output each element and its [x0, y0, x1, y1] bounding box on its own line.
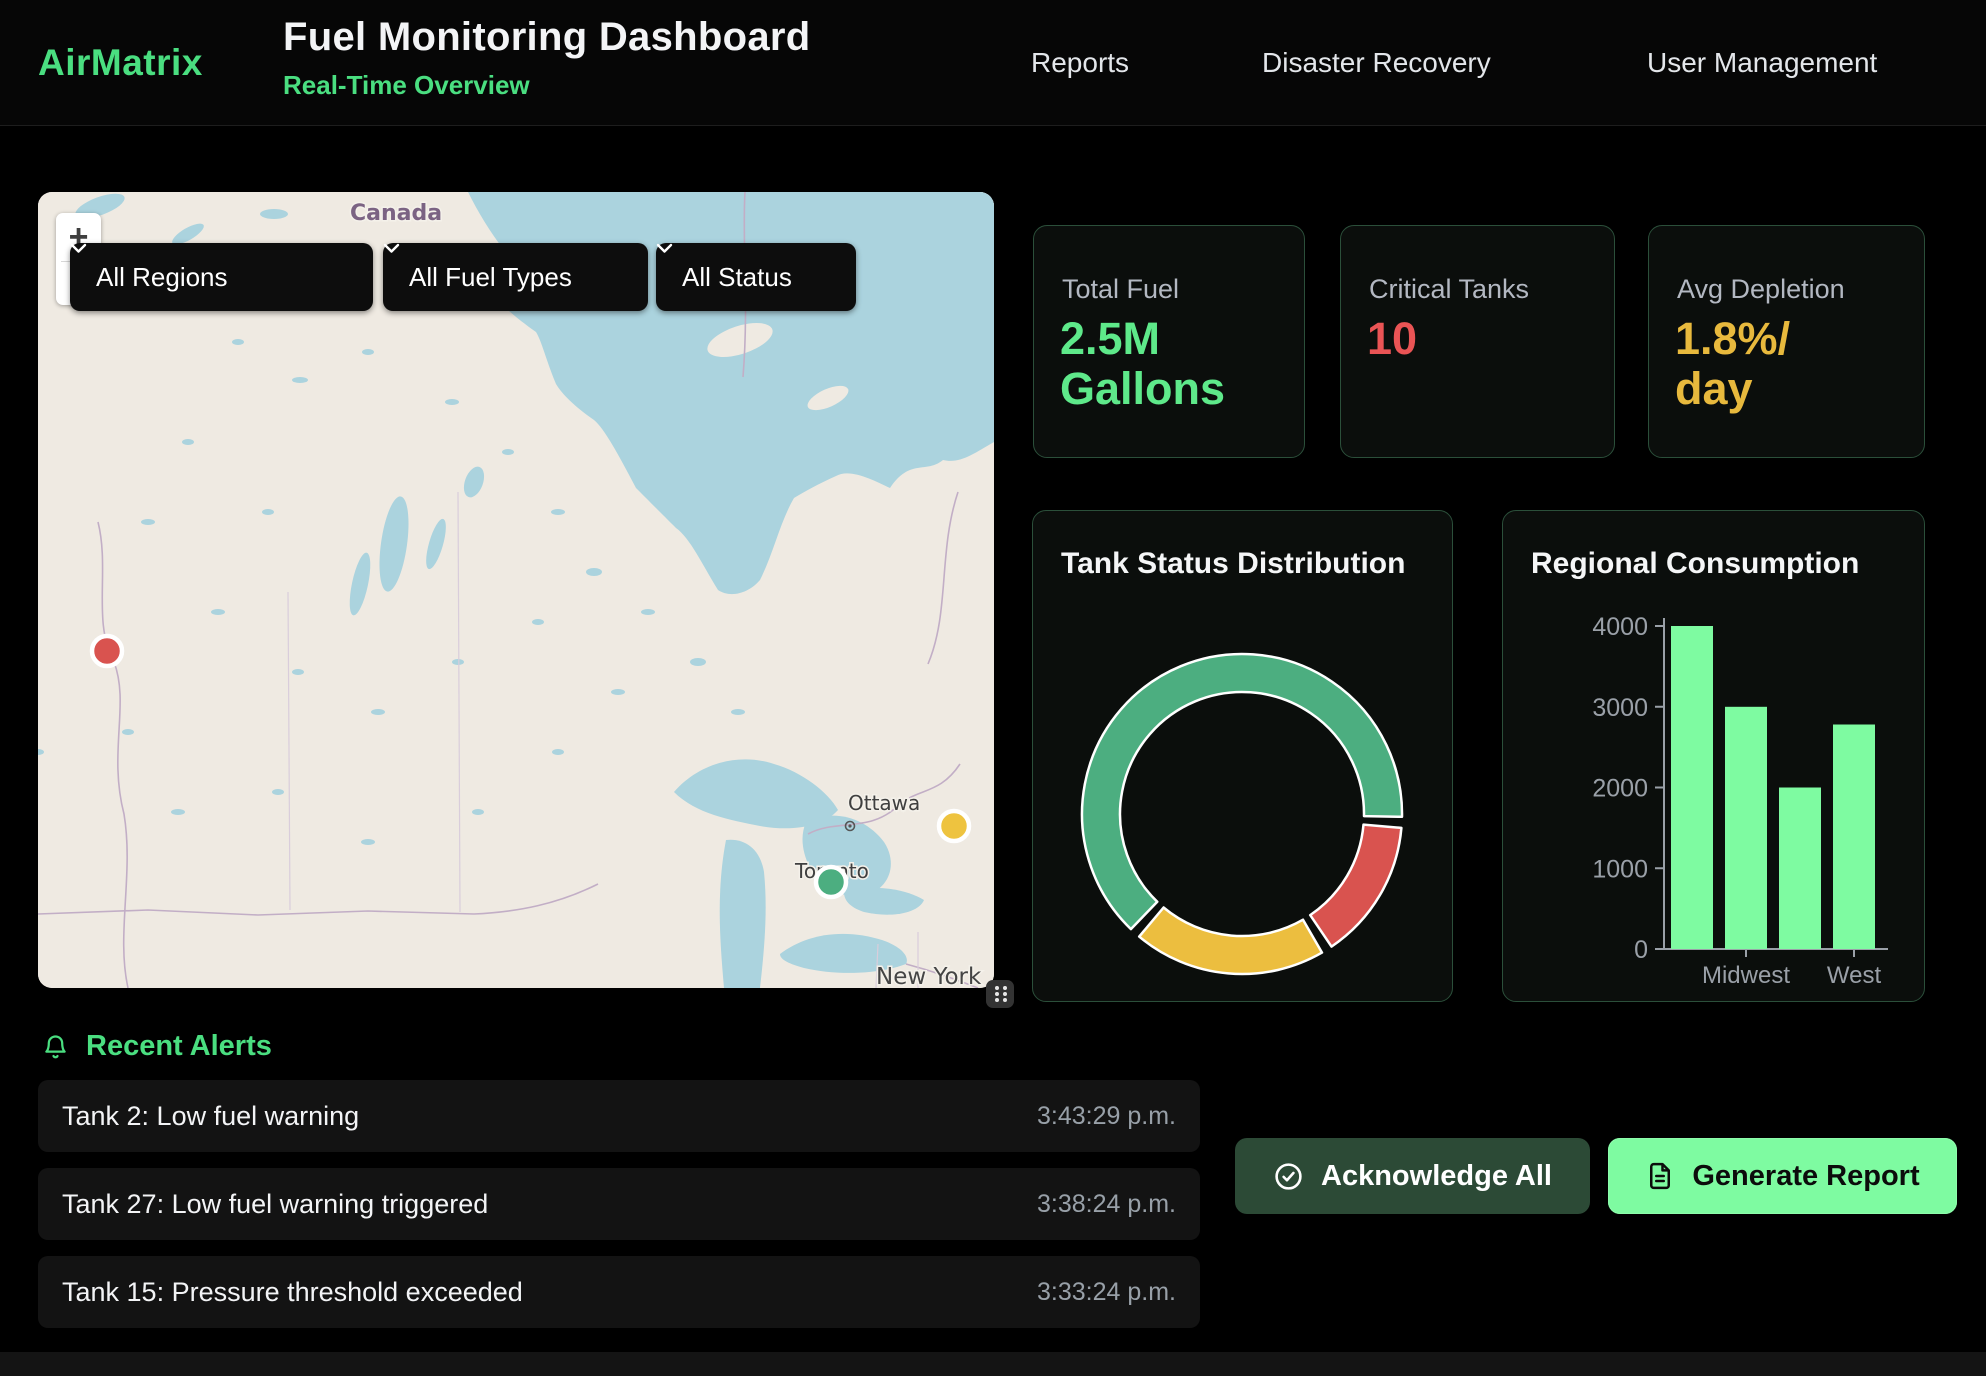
regional-consumption-card: Regional Consumption 01000200030004000Mi… [1502, 510, 1925, 1002]
alert-time: 3:33:24 p.m. [1037, 1278, 1176, 1307]
generate-report-label: Generate Report [1692, 1160, 1919, 1193]
bar-chart-tick-label: 4000 [1592, 613, 1648, 641]
alert-row[interactable]: Tank 15: Pressure threshold exceeded 3:3… [38, 1256, 1200, 1328]
nav-disaster-recovery[interactable]: Disaster Recovery [1262, 0, 1491, 125]
acknowledge-all-label: Acknowledge All [1321, 1160, 1552, 1193]
bar-chart-tick-label: West [1827, 962, 1882, 989]
generate-report-button[interactable]: Generate Report [1608, 1138, 1957, 1214]
app-logo: AirMatrix [38, 0, 203, 125]
page-title-block: Fuel Monitoring Dashboard Real-Time Over… [283, 15, 810, 101]
header: AirMatrix Fuel Monitoring Dashboard Real… [0, 0, 1986, 126]
stat-card-total-fuel: Total Fuel 2.5M Gallons [1033, 225, 1305, 458]
recent-alerts-header: Recent Alerts [42, 1030, 272, 1063]
page-title: Fuel Monitoring Dashboard [283, 15, 810, 60]
alert-text: Tank 2: Low fuel warning [62, 1101, 359, 1132]
alert-time: 3:43:29 p.m. [1037, 1102, 1176, 1131]
stat-card-critical-tanks: Critical Tanks 10 [1340, 225, 1615, 458]
map-marker-warning[interactable] [939, 811, 969, 841]
alert-time: 3:38:24 p.m. [1037, 1190, 1176, 1219]
map-label-new-york: New York [876, 964, 982, 988]
map-panel[interactable]: Canada Ottawa Toronto New York + All Reg… [38, 192, 994, 988]
bar-chart-tick-label: 0 [1634, 936, 1648, 964]
stat-label: Total Fuel [1062, 274, 1179, 305]
stat-label: Critical Tanks [1369, 274, 1529, 305]
check-circle-icon [1273, 1161, 1304, 1192]
bar-chart-tick-label: 1000 [1592, 855, 1648, 883]
nav-user-management[interactable]: User Management [1647, 0, 1877, 125]
bar-region-1[interactable] [1725, 707, 1767, 949]
bottom-strip [0, 1352, 1986, 1376]
map-town-symbol-dot [848, 824, 851, 827]
map-marker-normal[interactable] [816, 867, 846, 897]
alert-row[interactable]: Tank 2: Low fuel warning 3:43:29 p.m. [38, 1080, 1200, 1152]
map-drag-handle-icon[interactable] [986, 980, 1014, 1008]
filter-fuel-types-select[interactable]: All Fuel Types [383, 243, 648, 311]
stat-value: 2.5M Gallons [1060, 314, 1225, 415]
map-canvas: Canada Ottawa Toronto New York [38, 192, 994, 988]
acknowledge-all-button[interactable]: Acknowledge All [1235, 1138, 1590, 1214]
map-marker-critical[interactable] [92, 636, 122, 666]
alert-text: Tank 15: Pressure threshold exceeded [62, 1277, 523, 1308]
bar-region-0[interactable] [1671, 626, 1713, 949]
filter-fuel-types-value: All Fuel Types [409, 262, 572, 293]
bar-chart-tick-label: Midwest [1702, 962, 1790, 989]
filter-regions-value: All Regions [96, 262, 228, 293]
chevron-down-icon [383, 243, 400, 254]
regional-consumption-bar-chart: 0 1000 2000 3000 4000 Midwest West [1503, 511, 1926, 1003]
chevron-down-icon [70, 243, 87, 254]
tank-status-donut-chart [1033, 511, 1454, 1003]
bell-icon [42, 1032, 69, 1061]
bar-region-3[interactable] [1833, 725, 1875, 950]
page-subtitle: Real-Time Overview [283, 70, 810, 101]
donut-segment-warning-yellow[interactable] [1139, 908, 1322, 975]
donut-segment-critical-red[interactable] [1310, 825, 1401, 947]
bar-region-2[interactable] [1779, 788, 1821, 950]
stat-card-avg-depletion: Avg Depletion 1.8%/ day [1648, 225, 1925, 458]
bar-chart-tick-label: 2000 [1592, 775, 1648, 803]
nav-reports[interactable]: Reports [1031, 0, 1129, 125]
filter-status-value: All Status [682, 262, 792, 293]
bar-chart-tick-label: 3000 [1592, 694, 1648, 722]
chevron-down-icon [656, 243, 673, 254]
recent-alerts-title: Recent Alerts [86, 1030, 272, 1063]
report-document-icon [1645, 1161, 1675, 1191]
tank-status-distribution-card: Tank Status Distribution [1032, 510, 1453, 1002]
filter-status-select[interactable]: All Status [656, 243, 856, 311]
stat-value: 10 [1367, 314, 1417, 364]
map-label-canada: Canada [350, 201, 442, 226]
stat-value: 1.8%/ day [1675, 314, 1790, 415]
alert-text: Tank 27: Low fuel warning triggered [62, 1189, 488, 1220]
stat-label: Avg Depletion [1677, 274, 1845, 305]
filter-regions-select[interactable]: All Regions [70, 243, 373, 311]
map-label-ottawa: Ottawa [848, 791, 920, 815]
alert-row[interactable]: Tank 27: Low fuel warning triggered 3:38… [38, 1168, 1200, 1240]
